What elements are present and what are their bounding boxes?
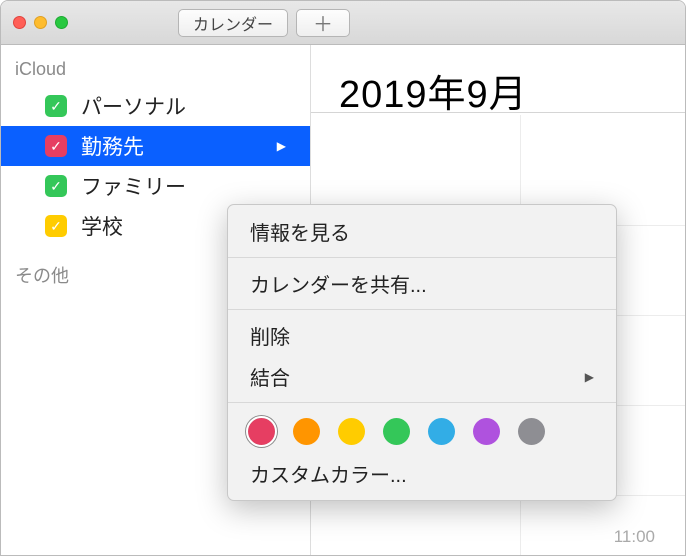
minimize-button[interactable]: [34, 16, 47, 29]
color-swatch-gray[interactable]: [518, 418, 545, 445]
sidebar-item-label: 勤務先: [81, 131, 144, 161]
color-swatch-green[interactable]: [383, 418, 410, 445]
color-swatch-red[interactable]: [248, 418, 275, 445]
calendars-button[interactable]: カレンダー: [178, 9, 288, 37]
menu-item-label: 削除: [250, 321, 290, 350]
color-swatch-row: [228, 408, 616, 453]
app-window: カレンダー ＋ iCloud ✓ パーソナル ✓ 勤務先 ▶ ✓ ファミリー ✓…: [0, 0, 686, 556]
menu-separator: [228, 309, 616, 310]
titlebar: カレンダー ＋: [1, 1, 685, 45]
menu-item-label: カスタムカラー...: [250, 459, 407, 488]
menu-item-share[interactable]: カレンダーを共有...: [228, 263, 616, 304]
sidebar-item-work[interactable]: ✓ 勤務先 ▶: [1, 126, 310, 166]
month-title: 2019年9月: [339, 63, 685, 118]
add-event-button[interactable]: ＋: [296, 9, 350, 37]
divider: [311, 112, 685, 113]
context-menu: 情報を見る カレンダーを共有... 削除 結合 ▶: [227, 204, 617, 501]
color-swatch-orange[interactable]: [293, 418, 320, 445]
menu-separator: [228, 257, 616, 258]
checkbox-icon[interactable]: ✓: [45, 95, 67, 117]
chevron-right-icon: ▶: [277, 139, 286, 153]
checkbox-icon[interactable]: ✓: [45, 215, 67, 237]
color-swatch-purple[interactable]: [473, 418, 500, 445]
menu-item-custom-color[interactable]: カスタムカラー...: [228, 453, 616, 494]
close-button[interactable]: [13, 16, 26, 29]
time-label: 11:00: [614, 527, 655, 547]
menu-item-merge[interactable]: 結合 ▶: [228, 356, 616, 397]
menu-separator: [228, 402, 616, 403]
sidebar-item-family[interactable]: ✓ ファミリー: [1, 166, 310, 206]
sidebar-item-label: パーソナル: [81, 91, 186, 121]
checkbox-icon[interactable]: ✓: [45, 135, 67, 157]
checkbox-icon[interactable]: ✓: [45, 175, 67, 197]
menu-item-label: 結合: [250, 362, 290, 391]
menu-item-label: 情報を見る: [250, 217, 350, 246]
menu-item-label: カレンダーを共有...: [250, 269, 427, 298]
menu-item-delete[interactable]: 削除: [228, 315, 616, 356]
toolbar: カレンダー ＋: [178, 9, 358, 37]
menu-item-view-info[interactable]: 情報を見る: [228, 211, 616, 252]
window-controls: [13, 16, 68, 29]
color-swatch-yellow[interactable]: [338, 418, 365, 445]
color-swatch-blue[interactable]: [428, 418, 455, 445]
content-area: iCloud ✓ パーソナル ✓ 勤務先 ▶ ✓ ファミリー ✓ 学校 その他 …: [1, 45, 685, 555]
sidebar-item-label: 学校: [81, 211, 123, 241]
sidebar-item-label: ファミリー: [81, 171, 186, 201]
zoom-button[interactable]: [55, 16, 68, 29]
sidebar-section-icloud: iCloud: [1, 55, 310, 86]
sidebar-item-personal[interactable]: ✓ パーソナル: [1, 86, 310, 126]
chevron-right-icon: ▶: [585, 370, 594, 384]
